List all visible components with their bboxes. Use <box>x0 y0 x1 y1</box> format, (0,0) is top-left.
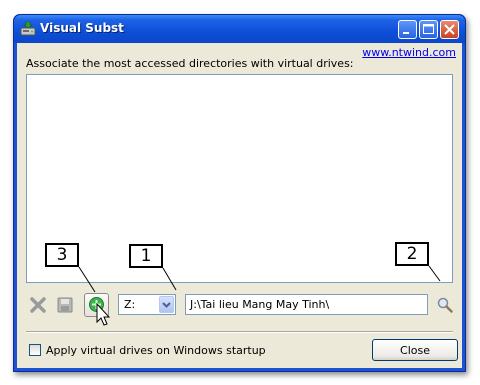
description-label: Associate the most accessed directories … <box>26 57 354 70</box>
drive-letter-value: Z: <box>124 298 136 311</box>
add-drive-button[interactable] <box>84 293 109 317</box>
callout-1: 1 <box>129 244 163 268</box>
app-drive-icon <box>20 21 36 37</box>
callout-3: 3 <box>45 243 79 267</box>
startup-checkbox-label[interactable]: Apply virtual drives on Windows startup <box>46 344 266 357</box>
folder-path-input[interactable]: J:\Tai lieu Mang May Tinh\ <box>185 294 428 315</box>
magnifier-icon[interactable] <box>436 296 454 314</box>
close-icon <box>441 24 458 41</box>
close-window-button[interactable] <box>440 20 459 39</box>
separator <box>26 331 453 333</box>
app-window: Visual Subst www.ntwind.com Associate th… <box>13 14 466 372</box>
startup-checkbox[interactable] <box>29 344 41 356</box>
title-bar[interactable]: Visual Subst <box>14 15 465 43</box>
add-plus-icon <box>87 295 106 317</box>
delete-x-icon[interactable] <box>29 296 47 314</box>
floppy-disk-icon[interactable] <box>56 296 74 314</box>
drive-letter-select[interactable]: Z: <box>118 294 176 315</box>
maximize-icon <box>420 24 437 41</box>
client-area: www.ntwind.com Associate the most access… <box>17 43 462 368</box>
virtual-drives-list[interactable] <box>26 74 453 283</box>
minimize-button[interactable] <box>398 20 417 39</box>
maximize-button[interactable] <box>419 20 438 39</box>
callout-2: 2 <box>395 242 429 266</box>
dropdown-button[interactable] <box>159 296 174 313</box>
chevron-down-icon <box>160 302 173 315</box>
window-title: Visual Subst <box>40 21 124 35</box>
website-link[interactable]: www.ntwind.com <box>362 46 456 59</box>
minimize-icon <box>399 28 416 41</box>
close-button[interactable]: Close <box>372 339 458 361</box>
